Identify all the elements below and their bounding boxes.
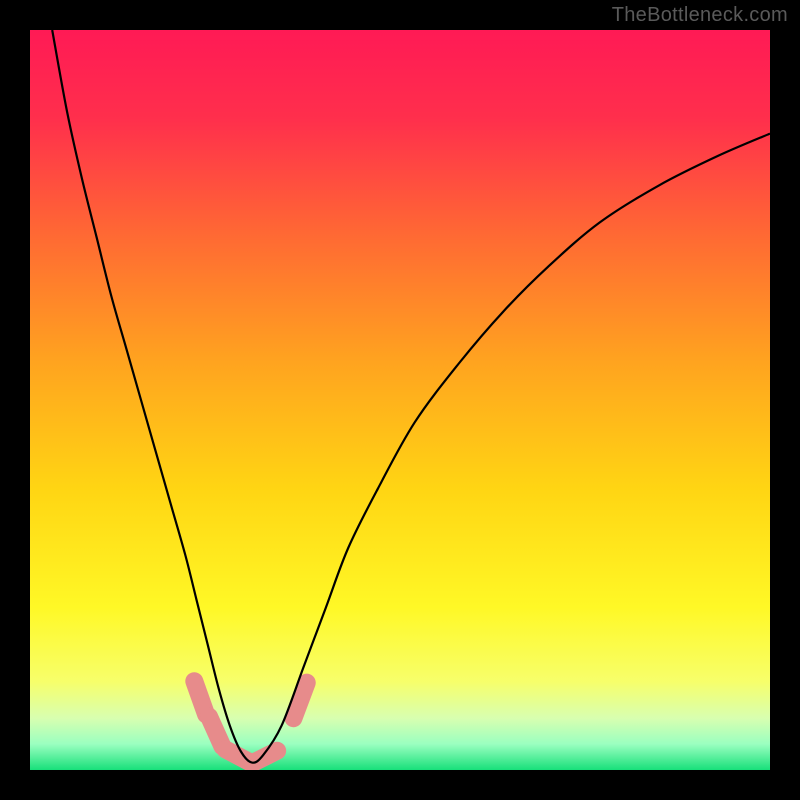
chart-canvas [30,30,770,770]
chart-overlay [30,30,770,770]
watermark-text: TheBottleneck.com [612,4,788,27]
highlight-markers [194,681,306,762]
bottleneck-curve [52,30,770,763]
